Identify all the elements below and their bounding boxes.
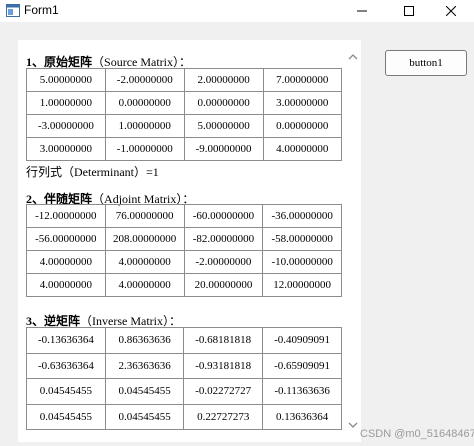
matrix-cell: 5.00000000 bbox=[26, 68, 106, 92]
matrix-cell: -12.00000000 bbox=[26, 204, 106, 228]
matrix-cell: 4.00000000 bbox=[104, 273, 185, 297]
matrix-cell: 20.00000000 bbox=[183, 273, 264, 297]
minimize-icon bbox=[357, 10, 367, 12]
matrix-cell: 0.04545455 bbox=[104, 403, 185, 430]
matrix-cell: -82.00000000 bbox=[183, 227, 264, 251]
matrix-cell: -1.00000000 bbox=[104, 137, 185, 161]
matrix-cell: 12.00000000 bbox=[262, 273, 342, 297]
matrix-row: -12.00000000 76.00000000 -60.00000000 -36.0… bbox=[26, 204, 342, 228]
matrix-cell: 0.04545455 bbox=[26, 403, 106, 430]
vertical-scrollbar[interactable] bbox=[346, 40, 360, 442]
title-bar: Form1 bbox=[0, 0, 474, 22]
button1[interactable]: button1 bbox=[385, 50, 467, 76]
matrix-cell: 0.04545455 bbox=[26, 378, 106, 405]
matrix-cell: 4.00000000 bbox=[26, 250, 106, 274]
inverse-title-en: （Inverse Matrix）： bbox=[80, 314, 182, 328]
matrix-cell: -0.02272727 bbox=[183, 378, 264, 405]
matrix-cell: -0.63636364 bbox=[26, 352, 106, 379]
inverse-title-number: 3、 bbox=[26, 314, 45, 328]
matrix-cell: 3.00000000 bbox=[262, 91, 343, 115]
matrix-row: 0.04545455 0.04545455 -0.02272727 -0.113636… bbox=[26, 378, 342, 405]
matrix-cell: 5.00000000 bbox=[183, 114, 264, 138]
minimize-button[interactable] bbox=[339, 0, 385, 22]
maximize-button[interactable] bbox=[386, 0, 432, 22]
matrix-cell: 4.00000000 bbox=[104, 250, 185, 274]
matrix-cell: 2.36363636 bbox=[104, 352, 185, 379]
matrix-cell: -0.65909091 bbox=[262, 352, 342, 379]
close-button[interactable] bbox=[428, 0, 474, 22]
matrix-cell: -56.00000000 bbox=[26, 227, 106, 251]
source-title-cn: 原始矩阵 bbox=[44, 55, 93, 69]
matrix-row: 1.00000000 0.00000000 0.00000000 3.00000000 bbox=[26, 91, 343, 115]
scroll-up-icon[interactable] bbox=[348, 52, 358, 62]
inverse-matrix-table: -0.13636364 0.86363636 -0.68181818 -0.40909… bbox=[26, 327, 342, 430]
matrix-cell: -9.00000000 bbox=[183, 137, 264, 161]
app-icon bbox=[6, 4, 20, 17]
matrix-row: 4.00000000 4.00000000 -2.00000000 -10.00000… bbox=[26, 250, 342, 274]
matrix-cell: 0.22727273 bbox=[183, 403, 264, 430]
matrix-cell: -3.00000000 bbox=[26, 114, 106, 138]
matrix-row: -0.63636364 2.36363636 -0.93181818 -0.65909… bbox=[26, 352, 342, 379]
window-title: Form1 bbox=[24, 3, 59, 17]
source-title-en: （Source Matrix）： bbox=[92, 55, 192, 69]
matrix-row: -3.00000000 1.00000000 5.00000000 0.0000000… bbox=[26, 114, 343, 138]
matrix-cell: 7.00000000 bbox=[262, 68, 343, 92]
matrix-cell: -2.00000000 bbox=[104, 68, 185, 92]
matrix-cell: 0.13636364 bbox=[262, 403, 342, 430]
matrix-row: 0.04545455 0.04545455 0.22727273 0.13636364 bbox=[26, 403, 342, 430]
matrix-cell: 4.00000000 bbox=[262, 137, 343, 161]
matrix-cell: 76.00000000 bbox=[104, 204, 185, 228]
matrix-cell: 0.86363636 bbox=[104, 327, 185, 354]
source-title-number: 1、 bbox=[26, 55, 45, 69]
matrix-cell: -58.00000000 bbox=[262, 227, 342, 251]
matrix-cell: -2.00000000 bbox=[183, 250, 264, 274]
matrix-cell: -0.93181818 bbox=[183, 352, 264, 379]
matrix-row: 5.00000000 -2.00000000 2.00000000 7.0000000… bbox=[26, 68, 343, 92]
determinant-label: 行列式（Determinant）=1 bbox=[26, 165, 159, 179]
matrix-row: 4.00000000 4.00000000 20.00000000 12.000000… bbox=[26, 273, 342, 297]
matrix-cell: -0.11363636 bbox=[262, 378, 342, 405]
inverse-title-cn: 逆矩阵 bbox=[44, 314, 81, 328]
matrix-cell: -10.00000000 bbox=[262, 250, 342, 274]
matrix-cell: 0.00000000 bbox=[262, 114, 343, 138]
matrix-cell: 0.00000000 bbox=[183, 91, 264, 115]
matrix-cell: -0.13636364 bbox=[26, 327, 106, 354]
matrix-cell: 0.04545455 bbox=[104, 378, 185, 405]
matrix-cell: -60.00000000 bbox=[183, 204, 264, 228]
watermark: CSDN @m0_51648467 bbox=[360, 428, 474, 440]
matrix-cell: 1.00000000 bbox=[104, 114, 185, 138]
matrix-cell: -0.40909091 bbox=[262, 327, 342, 354]
adjoint-matrix-table: -12.00000000 76.00000000 -60.00000000 -36.0… bbox=[26, 204, 342, 297]
scroll-down-icon[interactable] bbox=[348, 420, 358, 430]
matrix-cell: 0.00000000 bbox=[104, 91, 185, 115]
matrix-cell: -36.00000000 bbox=[262, 204, 342, 228]
matrix-panel[interactable]: 1、原始矩阵（Source Matrix）： 5.00000000 -2.0000… bbox=[18, 40, 361, 442]
matrix-row: -0.13636364 0.86363636 -0.68181818 -0.40909… bbox=[26, 327, 342, 354]
close-icon bbox=[446, 6, 456, 16]
matrix-cell: -0.68181818 bbox=[183, 327, 264, 354]
matrix-cell: 2.00000000 bbox=[183, 68, 264, 92]
source-matrix-table: 5.00000000 -2.00000000 2.00000000 7.0000000… bbox=[26, 68, 343, 161]
matrix-cell: 208.00000000 bbox=[104, 227, 185, 251]
matrix-cell: 1.00000000 bbox=[26, 91, 106, 115]
matrix-row: 3.00000000 -1.00000000 -9.00000000 4.000000… bbox=[26, 137, 343, 161]
matrix-row: -56.00000000 208.00000000 -82.00000000 -58.… bbox=[26, 227, 342, 251]
matrix-cell: 4.00000000 bbox=[26, 273, 106, 297]
maximize-icon bbox=[404, 6, 414, 16]
matrix-cell: 3.00000000 bbox=[26, 137, 106, 161]
